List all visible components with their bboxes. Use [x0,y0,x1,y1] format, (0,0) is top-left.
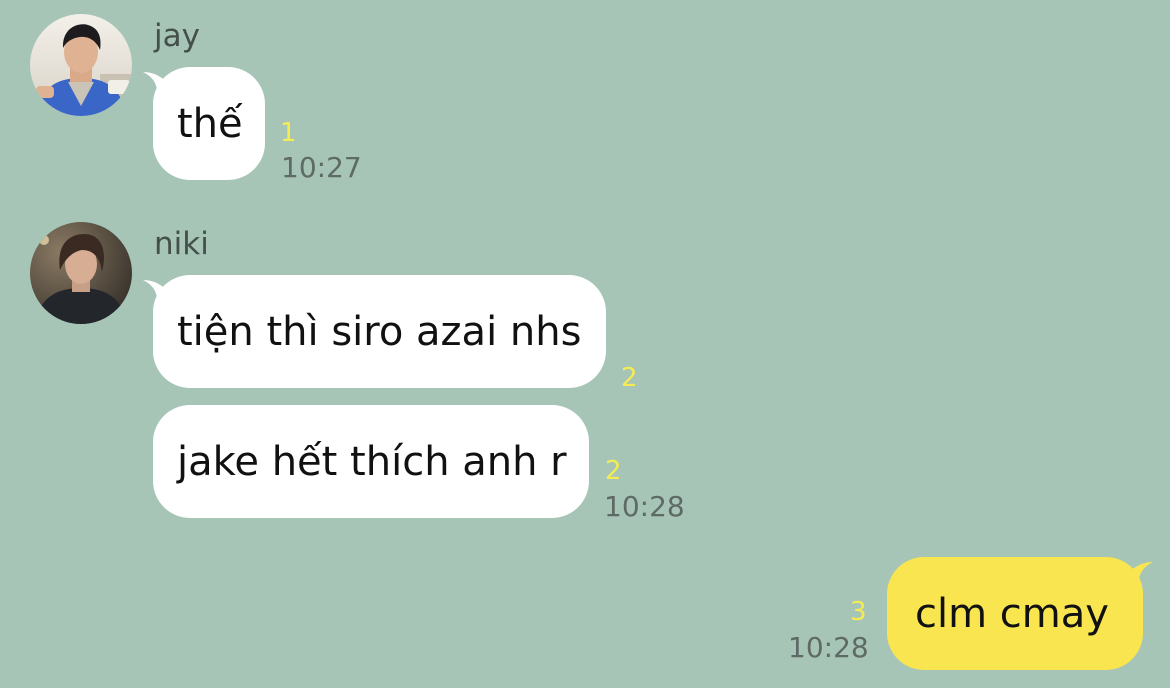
bubble-tail-icon [1127,562,1153,582]
sender-name: jay [154,18,200,54]
sender-name: niki [154,226,209,262]
message-text: thế [177,100,243,147]
message-text: clm cmay [915,590,1109,637]
avatar-jay[interactable] [30,14,132,116]
message-time: 10:28 [604,490,685,523]
unread-count: 2 [605,456,622,486]
profile-photo-jay-icon [30,14,132,116]
message-time: 10:28 [788,631,869,664]
message-text: tiện thì siro azai nhs [177,308,582,355]
message-text: jake hết thích anh r [177,438,567,485]
profile-photo-niki-icon [30,222,132,324]
unread-count: 2 [621,363,638,393]
message-bubble[interactable]: thế [153,67,265,180]
message-time: 10:27 [281,151,362,184]
unread-count: 1 [280,118,297,148]
unread-count: 3 [850,597,867,627]
message-bubble[interactable]: jake hết thích anh r [153,405,589,518]
message-bubble[interactable]: tiện thì siro azai nhs [153,275,606,388]
chat-thread: jay thế 1 10:27 niki tiện thì siro azai … [0,0,1170,688]
message-bubble-outgoing[interactable]: clm cmay [887,557,1143,670]
avatar-niki[interactable] [30,222,132,324]
